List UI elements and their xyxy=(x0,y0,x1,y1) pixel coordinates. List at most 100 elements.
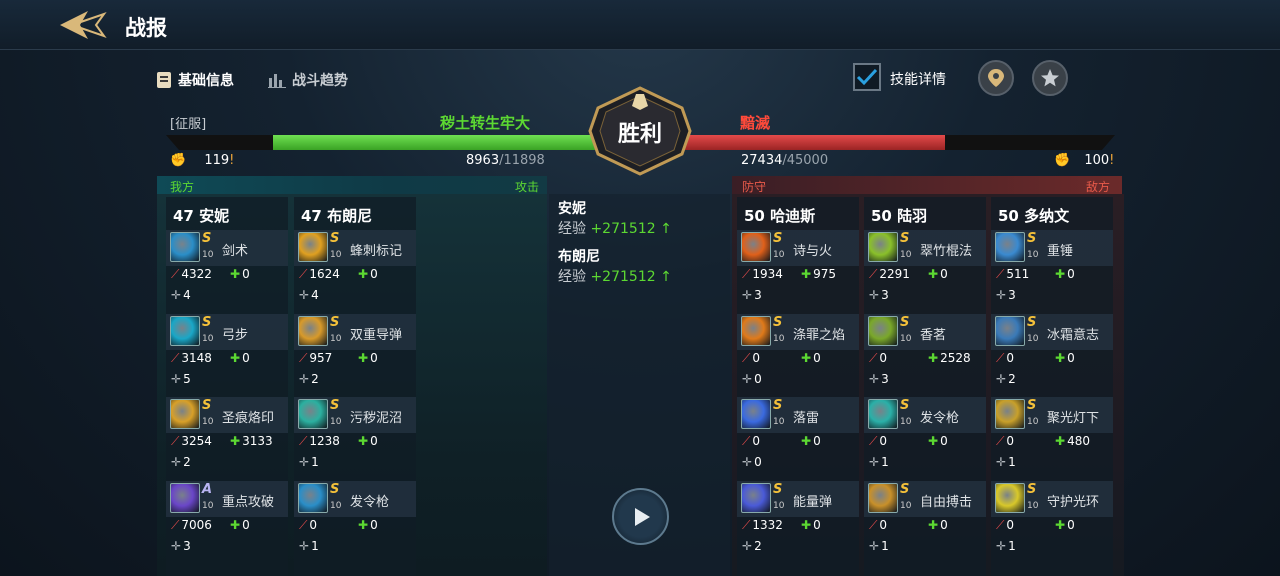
skill-entry[interactable]: S 10 弓步 ⟋ 3148 ✚ 0 ✛ 5 xyxy=(166,314,288,394)
sword-icon: ⟋ xyxy=(299,434,308,448)
fist-icon: ✊ xyxy=(1054,153,1071,168)
sword-icon: ⟋ xyxy=(996,434,1005,448)
skill-entry[interactable]: S 10 双重导弹 ⟋ 957 ✚ 0 ✛ 2 xyxy=(294,314,416,394)
top-bar: 战报 xyxy=(0,0,1280,50)
tab-battle-trend[interactable]: 战斗趋势 xyxy=(268,70,348,90)
heal-plus-icon: ✚ xyxy=(358,267,369,281)
left-hp-bar xyxy=(166,135,600,150)
spotlight-skill-icon xyxy=(995,399,1025,429)
attack-label: 攻击 xyxy=(515,180,540,194)
heal-stat: ✚ 0 xyxy=(1055,518,1075,532)
damage-stat: ⟋ 957 xyxy=(299,351,332,366)
skill-entry[interactable]: S 10 重锤 ⟋ 511 ✚ 0 ✛ 3 xyxy=(991,230,1113,310)
exp-entry: 安妮 经验 +271512 ↑ xyxy=(558,198,672,238)
sword-icon: ⟋ xyxy=(299,518,308,532)
skill-level: 10 xyxy=(330,334,342,344)
skill-name: 诗与火 xyxy=(793,244,833,259)
enemy-side-label: 敌方 xyxy=(1086,180,1111,194)
skill-entry[interactable]: S 10 守护光环 ⟋ 0 ✚ 0 ✛ 1 xyxy=(991,481,1113,561)
our-side-label: 我方 xyxy=(170,180,195,194)
tab-basic-info[interactable]: 基础信息 xyxy=(156,70,234,90)
left-hp-max: /11898 xyxy=(499,153,545,168)
focus-break-skill-icon xyxy=(170,483,200,513)
sword-icon: ⟋ xyxy=(299,351,308,365)
skill-entry[interactable]: S 10 翠竹棍法 ⟋ 2291 ✚ 0 ✛ 3 xyxy=(864,230,986,310)
damage-value: 1238 xyxy=(309,434,340,448)
sword-icon: ⟋ xyxy=(996,267,1005,281)
control-value: 4 xyxy=(311,288,319,302)
skill-entry[interactable]: S 10 诗与火 ⟋ 1934 ✚ 975 ✛ 3 xyxy=(737,230,859,310)
heal-value: 0 xyxy=(940,267,948,281)
skill-rank: S xyxy=(900,231,910,246)
damage-stat: ⟋ 0 xyxy=(299,518,317,533)
skill-level: 10 xyxy=(1027,501,1039,511)
sword-icon: ⟋ xyxy=(742,434,751,448)
hammer-skill-icon xyxy=(995,232,1025,262)
damage-value: 0 xyxy=(309,518,318,532)
skill-entry[interactable]: A 10 重点攻破 ⟋ 7006 ✚ 0 ✛ 3 xyxy=(166,481,288,561)
skill-rank: S xyxy=(330,315,340,330)
faction-tag: [征服] xyxy=(170,117,207,132)
damage-stat: ⟋ 7006 xyxy=(171,518,212,533)
skill-level: 10 xyxy=(773,250,785,260)
damage-value: 0 xyxy=(752,351,761,365)
control-value: 2 xyxy=(183,455,191,469)
heal-plus-icon: ✚ xyxy=(1055,518,1066,532)
skill-entry[interactable]: S 10 冰霜意志 ⟋ 0 ✚ 0 ✛ 2 xyxy=(991,314,1113,394)
skill-entry[interactable]: S 10 能量弹 ⟋ 1332 ✚ 0 ✛ 2 xyxy=(737,481,859,561)
hero-card: 50 陆羽 S 10 翠竹棍法 ⟋ 2291 ✚ 0 ✛ 3 S 10 香茗 ⟋ 0 ✚ 2528 ✛ 3 S 10 发令… xyxy=(864,197,986,576)
skill-entry[interactable]: S 10 落雷 ⟋ 0 ✚ 0 ✛ 0 xyxy=(737,397,859,477)
control-value: 1 xyxy=(1008,455,1016,469)
skill-detail-checkbox[interactable] xyxy=(853,63,881,91)
control-stat: ✛ 4 xyxy=(171,288,191,302)
location-button[interactable] xyxy=(978,60,1014,96)
replay-button[interactable] xyxy=(612,488,669,545)
damage-value: 1624 xyxy=(309,267,340,281)
control-stat: ✛ 0 xyxy=(742,455,762,469)
exp-hero-name: 安妮 xyxy=(558,201,586,217)
skill-entry[interactable]: S 10 聚光灯下 ⟋ 0 ✚ 480 ✛ 1 xyxy=(991,397,1113,477)
defense-label: 防守 xyxy=(742,180,767,194)
skill-entry[interactable]: S 10 自由搏击 ⟋ 0 ✚ 0 ✛ 1 xyxy=(864,481,986,561)
skill-name: 落雷 xyxy=(793,411,820,426)
skill-name: 蜂刺标记 xyxy=(350,244,403,259)
heal-plus-icon: ✚ xyxy=(1055,351,1066,365)
skill-entry[interactable]: S 10 发令枪 ⟋ 0 ✚ 0 ✛ 1 xyxy=(294,481,416,561)
crosshair-icon: ✛ xyxy=(171,539,182,553)
left-team-name: 秽土转生牢大 xyxy=(440,114,531,132)
skill-entry[interactable]: S 10 圣痕烙印 ⟋ 3254 ✚ 3133 ✛ 2 xyxy=(166,397,288,477)
skill-name: 聚光灯下 xyxy=(1047,411,1100,426)
control-value: 2 xyxy=(311,372,319,386)
control-stat: ✛ 1 xyxy=(869,539,889,553)
control-value: 0 xyxy=(754,455,762,469)
victory-label: 胜利 xyxy=(617,122,662,147)
control-value: 0 xyxy=(754,372,762,386)
skill-rank: S xyxy=(202,231,212,246)
skill-entry[interactable]: S 10 香茗 ⟋ 0 ✚ 2528 ✛ 3 xyxy=(864,314,986,394)
skill-entry[interactable]: S 10 发令枪 ⟋ 0 ✚ 0 ✛ 1 xyxy=(864,397,986,477)
damage-stat: ⟋ 0 xyxy=(742,434,760,449)
right-hp-fill xyxy=(680,135,946,150)
skill-entry[interactable]: S 10 涤罪之焰 ⟋ 0 ✚ 0 ✛ 0 xyxy=(737,314,859,394)
crosshair-icon: ✛ xyxy=(996,539,1007,553)
skill-rank: S xyxy=(773,231,783,246)
back-button[interactable] xyxy=(58,8,110,42)
page-title: 战报 xyxy=(125,16,167,40)
tea-skill-icon xyxy=(868,316,898,346)
heal-plus-icon: ✚ xyxy=(801,518,812,532)
skill-entry[interactable]: S 10 剑术 ⟋ 4322 ✚ 0 ✛ 4 xyxy=(166,230,288,310)
heal-value: 0 xyxy=(370,518,378,532)
skill-level: 10 xyxy=(900,334,912,344)
damage-stat: ⟋ 1934 xyxy=(742,267,783,282)
double-missile-skill-icon xyxy=(298,316,328,346)
skill-name: 涤罪之焰 xyxy=(793,328,846,343)
back-arrow-icon xyxy=(60,11,107,39)
skill-entry[interactable]: S 10 蜂刺标记 ⟋ 1624 ✚ 0 ✛ 4 xyxy=(294,230,416,310)
heal-stat: ✚ 0 xyxy=(928,267,948,281)
control-value: 2 xyxy=(1008,372,1016,386)
right-hp-text: 27434/45000 xyxy=(741,153,828,168)
favorite-button[interactable] xyxy=(1032,60,1068,96)
skill-entry[interactable]: S 10 污秽泥沼 ⟋ 1238 ✚ 0 ✛ 1 xyxy=(294,397,416,477)
skill-name: 冰霜意志 xyxy=(1047,328,1100,343)
left-hp-value: 8963 xyxy=(466,153,500,168)
